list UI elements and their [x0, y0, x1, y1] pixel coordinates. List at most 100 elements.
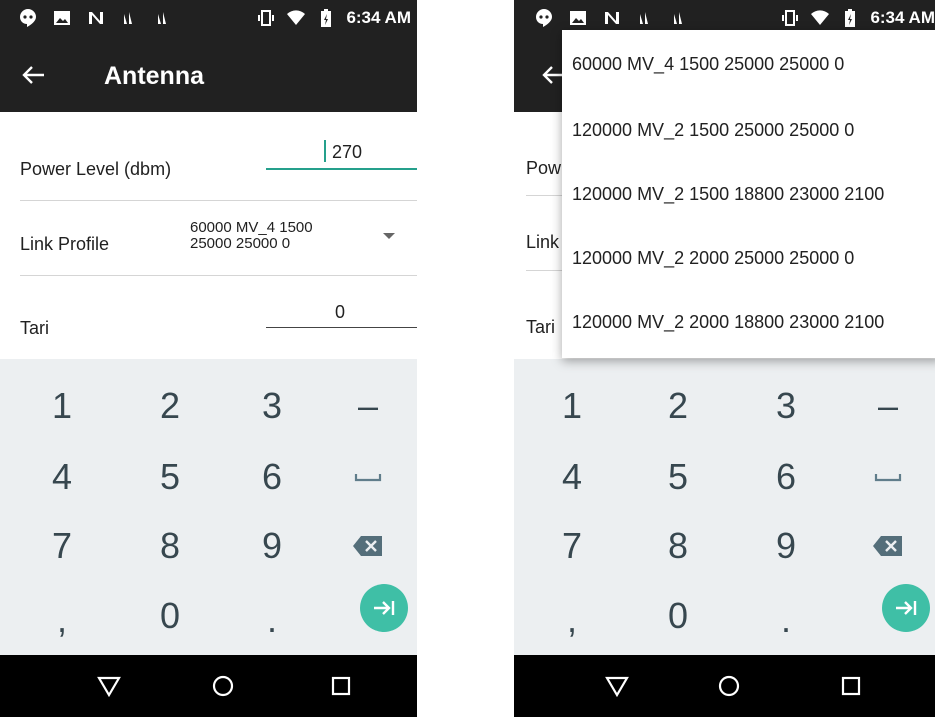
key-5[interactable]: 5	[626, 442, 730, 512]
key-2[interactable]: 2	[626, 371, 730, 441]
key-9[interactable]: 9	[734, 511, 838, 581]
key-3[interactable]: 3	[220, 371, 324, 441]
signal-icon	[124, 12, 132, 24]
key-7[interactable]: 7	[10, 511, 114, 581]
key-space[interactable]	[836, 442, 935, 512]
space-icon	[874, 474, 902, 482]
dropdown-option[interactable]: 60000 MV_4 1500 25000 25000 0	[572, 54, 844, 75]
key-6[interactable]: 6	[220, 442, 324, 512]
tari-underline	[266, 327, 417, 328]
key-1[interactable]: 1	[10, 371, 114, 441]
vibrate-icon	[258, 10, 275, 26]
numeric-keyboard: 1 2 3 – 4 5 6 7 8 9 , 0 .	[514, 359, 935, 655]
dropdown-option[interactable]: 120000 MV_2 1500 18800 23000 2100	[572, 184, 884, 205]
navigation-bar	[514, 655, 935, 717]
power-level-label: Pow	[526, 158, 562, 178]
divider	[20, 275, 417, 276]
key-4[interactable]: 4	[10, 442, 114, 512]
wifi-icon	[287, 10, 306, 25]
link-profile-dropdown[interactable]: 60000 MV_4 1500 25000 25000 0	[190, 220, 340, 252]
clock: 6:34 AM	[870, 8, 935, 27]
text-cursor	[324, 140, 326, 162]
power-level-label: Power Level (dbm)	[20, 159, 172, 179]
key-3[interactable]: 3	[734, 371, 838, 441]
nav-recents-button[interactable]	[326, 671, 356, 701]
nav-recents-icon	[331, 676, 351, 696]
system-icons: 6:34 AM	[256, 8, 411, 28]
clock: 6:34 AM	[346, 8, 411, 27]
image-icon	[54, 11, 70, 25]
key-period[interactable]: .	[734, 585, 838, 655]
divider	[20, 200, 417, 201]
signal-icon	[158, 12, 166, 24]
key-minus[interactable]: –	[836, 371, 935, 441]
battery-icon	[845, 9, 856, 27]
key-backspace[interactable]	[316, 511, 417, 581]
nav-back-button[interactable]	[602, 671, 632, 701]
power-level-underline	[266, 168, 417, 170]
notification-icons	[18, 8, 174, 28]
dropdown-option[interactable]: 120000 MV_2 2000 25000 25000 0	[572, 248, 854, 269]
next-icon	[896, 601, 917, 615]
key-2[interactable]: 2	[118, 371, 222, 441]
app-bar: Antenna	[0, 40, 417, 112]
key-1[interactable]: 1	[520, 371, 624, 441]
dropdown-option[interactable]: 120000 MV_2 1500 25000 25000 0	[572, 120, 854, 141]
nav-recents-button[interactable]	[836, 671, 866, 701]
dropdown-arrow-icon[interactable]	[383, 233, 395, 239]
wifi-icon	[811, 10, 830, 25]
signal-icon	[674, 12, 682, 24]
nav-home-icon	[718, 675, 740, 697]
key-0[interactable]: 0	[118, 581, 222, 651]
back-arrow-icon[interactable]	[18, 60, 48, 90]
nav-back-icon	[605, 676, 629, 697]
next-button[interactable]	[360, 584, 408, 632]
key-minus[interactable]: –	[316, 371, 417, 441]
nav-home-button[interactable]	[208, 671, 238, 701]
key-6[interactable]: 6	[734, 442, 838, 512]
battery-icon	[321, 9, 332, 27]
next-icon	[374, 601, 395, 615]
page-title: Antenna	[104, 62, 204, 90]
power-level-input[interactable]: 270	[322, 142, 372, 163]
key-9[interactable]: 9	[220, 511, 324, 581]
key-7[interactable]: 7	[520, 511, 624, 581]
nav-back-button[interactable]	[94, 671, 124, 701]
signal-icon	[640, 12, 648, 24]
key-next[interactable]	[332, 573, 417, 643]
next-button[interactable]	[882, 584, 930, 632]
link-profile-options-menu: 60000 MV_4 1500 25000 25000 0 120000 MV_…	[562, 30, 935, 358]
key-4[interactable]: 4	[520, 442, 624, 512]
key-space[interactable]	[316, 442, 417, 512]
numeric-keyboard: 1 2 3 – 4 5 6 7 8 9 , 0 .	[0, 359, 417, 655]
notification-icons	[534, 8, 690, 28]
key-5[interactable]: 5	[118, 442, 222, 512]
key-0[interactable]: 0	[626, 581, 730, 651]
screen-left: 6:34 AM Antenna Power Level (dbm) 270 Li…	[0, 0, 417, 717]
key-period[interactable]: .	[220, 585, 324, 655]
key-8[interactable]: 8	[118, 511, 222, 581]
vibrate-icon	[782, 10, 799, 26]
image-icon	[570, 11, 586, 25]
tari-input[interactable]: 0	[320, 302, 360, 323]
nav-back-icon	[97, 676, 121, 697]
nav-home-icon	[212, 675, 234, 697]
backspace-icon	[353, 536, 382, 556]
screen-right: 6:34 AM Pow Link Tari 1 2 3 – 4 5 6 7 8 …	[514, 0, 935, 717]
n-icon	[89, 12, 103, 24]
hangouts-icon	[536, 9, 552, 27]
key-comma[interactable]: ,	[520, 585, 624, 655]
nav-recents-icon	[841, 676, 861, 696]
key-backspace[interactable]	[836, 511, 935, 581]
space-icon	[354, 474, 382, 482]
key-comma[interactable]: ,	[10, 585, 114, 655]
key-next[interactable]	[854, 573, 935, 643]
tari-label: Tari	[20, 318, 50, 338]
dropdown-option[interactable]: 120000 MV_2 2000 18800 23000 2100	[572, 312, 884, 333]
nav-home-button[interactable]	[714, 671, 744, 701]
status-bar: 6:34 AM	[0, 0, 417, 40]
key-8[interactable]: 8	[626, 511, 730, 581]
tari-label: Tari	[526, 317, 556, 337]
link-profile-label: Link Profile	[20, 234, 110, 254]
system-icons: 6:34 AM	[780, 8, 935, 28]
